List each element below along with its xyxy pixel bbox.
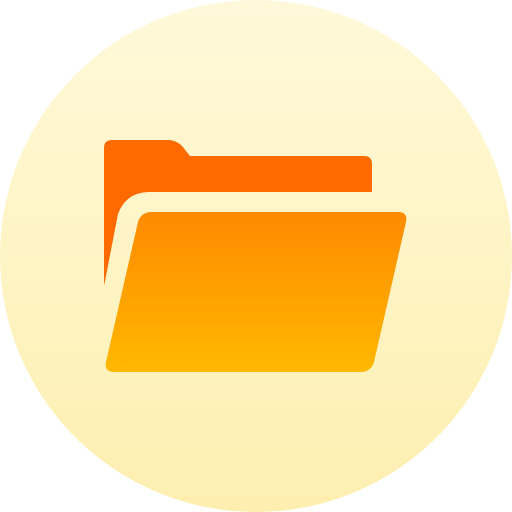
folder-front-panel: [105, 212, 407, 372]
folder-open-icon: [0, 0, 512, 512]
icon-canvas: [0, 0, 512, 512]
